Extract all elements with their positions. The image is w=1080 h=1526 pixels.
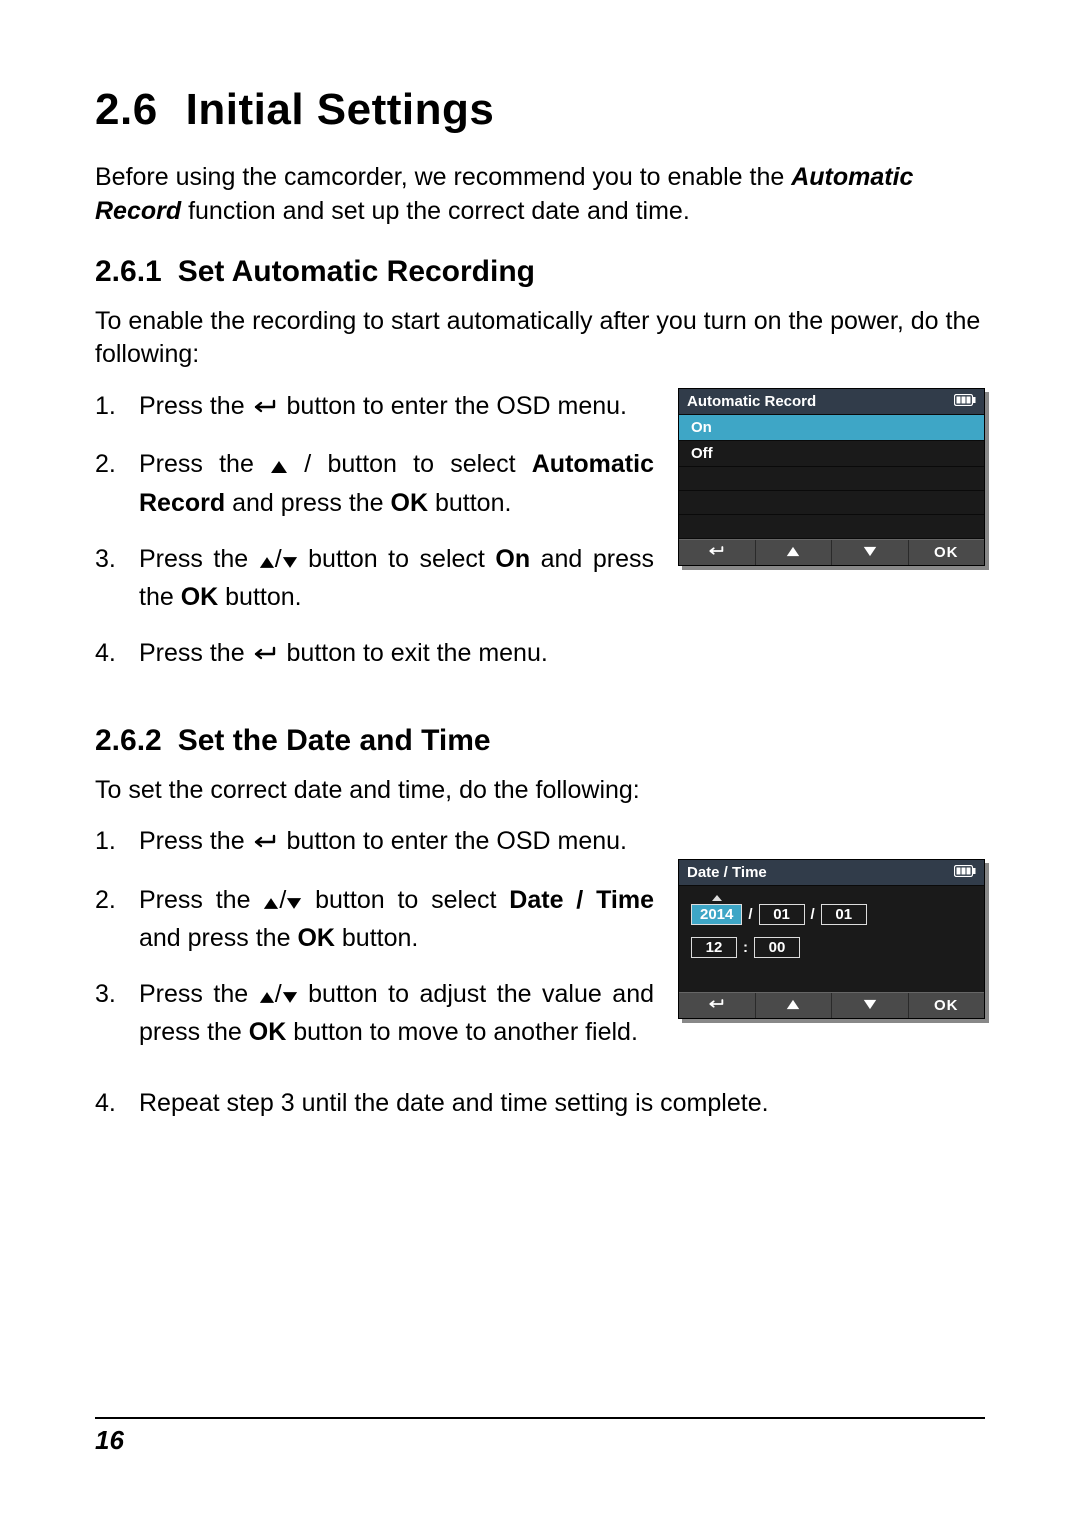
osd-up-icon: [756, 993, 833, 1018]
osd-title: Automatic Record: [687, 393, 816, 410]
intro-paragraph: Before using the camcorder, we recommend…: [95, 161, 985, 229]
page-footer: 16: [95, 1417, 985, 1456]
step-1-1: 1. Press the button to enter the OSD men…: [95, 388, 654, 426]
subsection-2-lead: To set the correct date and time, do the…: [95, 774, 985, 808]
ok-glyph: OK: [391, 489, 429, 517]
ok-glyph: OK: [249, 1018, 287, 1046]
down-triangle-icon: [286, 884, 302, 920]
osd-back-icon: [679, 993, 756, 1018]
subsection-1-heading: 2.6.1Set Automatic Recording: [95, 255, 985, 289]
osd-row-empty: [679, 467, 984, 491]
up-triangle-icon: [270, 448, 288, 484]
osd-row-off: Off: [679, 441, 984, 467]
osd-button-bar: OK: [679, 992, 984, 1018]
ok-glyph: OK: [297, 924, 335, 952]
osd-ok-label: OK: [909, 993, 985, 1018]
up-triangle-icon: [263, 884, 279, 920]
osd-button-bar: OK: [679, 539, 984, 565]
ok-glyph: OK: [181, 583, 219, 611]
section-heading: 2.6 Initial Settings: [95, 85, 985, 135]
step-1-4: 4. Press the button to exit the menu.: [95, 635, 654, 673]
return-icon: [252, 825, 280, 861]
step-1-2: 2. Press the / button to select Automati…: [95, 446, 654, 521]
down-triangle-icon: [282, 543, 298, 579]
step-2-2: 2. Press the / button to select Date / T…: [95, 882, 654, 957]
step-2-3: 3. Press the / button to adjust the valu…: [95, 976, 654, 1051]
osd-ok-label: OK: [909, 540, 985, 565]
year-field: 2014: [691, 904, 742, 925]
osd-back-icon: [679, 540, 756, 565]
battery-icon: [954, 393, 976, 410]
osd-row-empty: [679, 491, 984, 515]
day-field: 01: [821, 904, 867, 925]
step-1-3: 3. Press the / button to select On and p…: [95, 541, 654, 616]
return-icon: [252, 390, 280, 426]
osd-down-icon: [832, 993, 909, 1018]
osd-down-icon: [832, 540, 909, 565]
page-number: 16: [95, 1425, 124, 1455]
osd-row-empty: [679, 515, 984, 539]
month-field: 01: [759, 904, 805, 925]
osd-row-on: On: [679, 415, 984, 441]
return-icon: [252, 637, 280, 673]
minute-field: 00: [754, 937, 800, 958]
up-triangle-icon: [259, 978, 275, 1014]
steps-list-2-continued: 4. Repeat step 3 until the date and time…: [95, 1085, 985, 1121]
up-triangle-icon: [259, 543, 275, 579]
osd-screenshot-date-time: Date / Time 2014 / 01 / 01 12 : 00: [678, 859, 985, 1019]
steps-list-2: 1. Press the button to enter the OSD men…: [95, 823, 654, 1070]
section-title-text: Initial Settings: [186, 85, 495, 134]
steps-list-1: 1. Press the button to enter the OSD men…: [95, 388, 654, 694]
hour-field: 12: [691, 937, 737, 958]
osd-up-icon: [756, 540, 833, 565]
battery-icon: [954, 864, 976, 881]
step-2-1: 1. Press the button to enter the OSD men…: [95, 823, 654, 861]
down-triangle-icon: [282, 978, 298, 1014]
subsection-1-lead: To enable the recording to start automat…: [95, 305, 985, 373]
osd-title: Date / Time: [687, 864, 767, 881]
step-2-4: 4. Repeat step 3 until the date and time…: [95, 1085, 985, 1121]
section-number: 2.6: [95, 85, 158, 134]
subsection-2-heading: 2.6.2Set the Date and Time: [95, 724, 985, 758]
osd-screenshot-automatic-record: Automatic Record On Off OK: [678, 388, 985, 566]
